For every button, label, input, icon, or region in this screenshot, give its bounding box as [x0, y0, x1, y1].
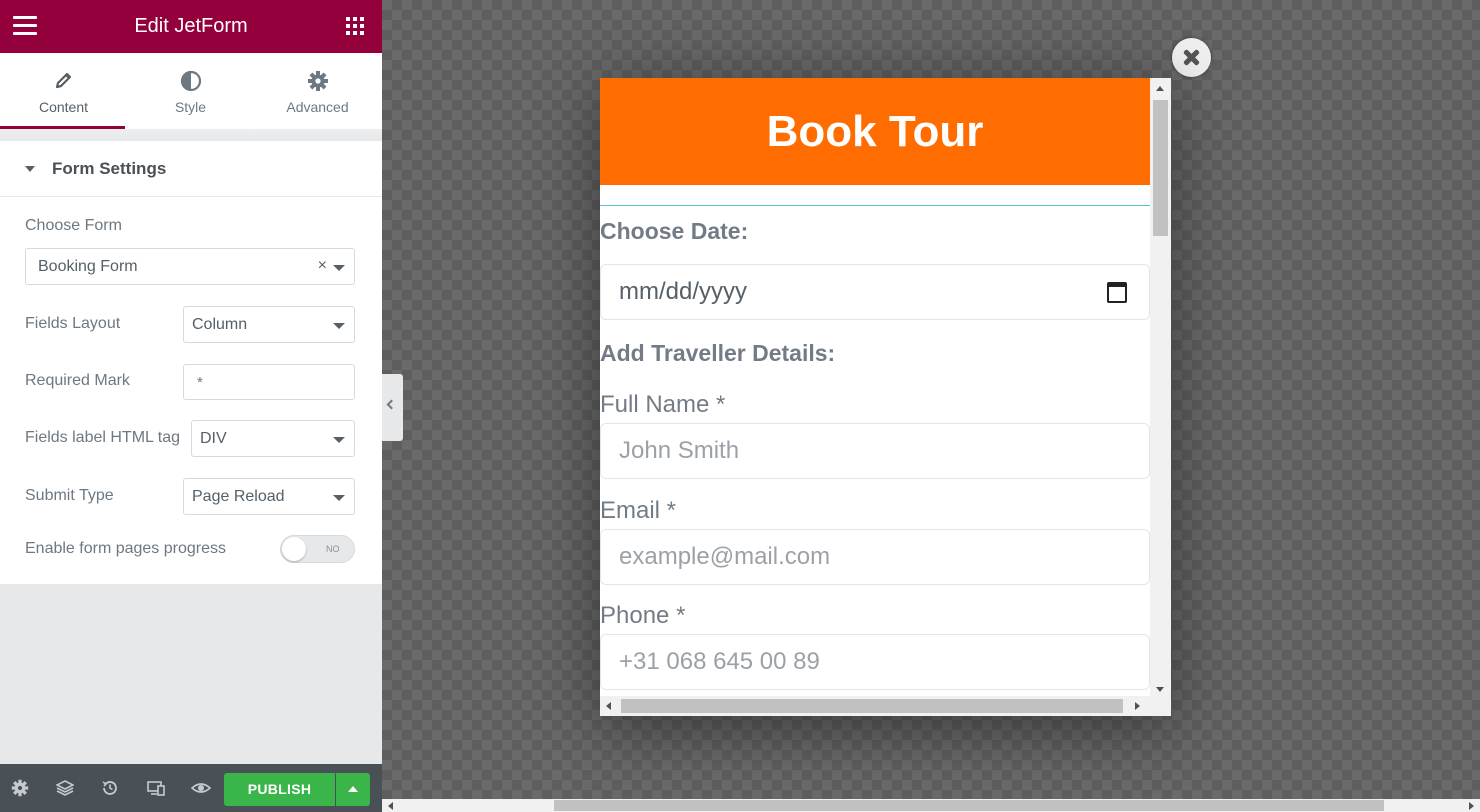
- editor-panel: Edit JetForm Content Style Advanced Form…: [0, 0, 382, 812]
- fields-label-tag-label: Fields label HTML tag: [25, 429, 181, 446]
- required-mark-label: Required Mark: [25, 372, 130, 389]
- email-label: Email *: [600, 497, 677, 524]
- tab-content-label: Content: [38, 99, 89, 115]
- pages-progress-label: Enable form pages progress: [25, 540, 226, 557]
- tab-advanced[interactable]: Advanced: [254, 53, 381, 129]
- chevron-down-icon: [333, 437, 345, 443]
- caret-down-icon: [25, 166, 35, 172]
- full-name-label: Full Name *: [600, 391, 726, 418]
- choose-form-value: Booking Form: [38, 258, 138, 275]
- choose-form-select[interactable]: Booking Form ×: [25, 248, 355, 285]
- date-placeholder: mm/dd/yyyy: [619, 278, 748, 305]
- booking-popup: Book Tour Choose Date: mm/dd/yyyy Add Tr…: [600, 78, 1171, 716]
- section-title: Form Settings: [52, 159, 167, 178]
- fields-layout-label: Fields Layout: [25, 315, 121, 332]
- scroll-right-icon[interactable]: [1469, 802, 1474, 810]
- scroll-left-icon[interactable]: [606, 702, 611, 710]
- full-name-field[interactable]: John Smith: [600, 423, 1150, 479]
- submit-type-label: Submit Type: [25, 487, 114, 504]
- calendar-icon[interactable]: [1107, 282, 1127, 303]
- fields-label-tag-select[interactable]: DIV: [191, 420, 355, 457]
- layers-icon[interactable]: [55, 778, 75, 798]
- history-icon[interactable]: [100, 778, 120, 798]
- tab-divider: [0, 129, 382, 141]
- traveller-heading: Add Traveller Details:: [600, 340, 836, 366]
- panel-tabs: Content Style Advanced: [0, 53, 382, 129]
- pencil-icon: [0, 70, 127, 92]
- widgets-grid-icon[interactable]: [346, 17, 364, 35]
- choose-form-label: Choose Form: [25, 217, 122, 234]
- scroll-up-icon[interactable]: [1156, 86, 1164, 91]
- chevron-down-icon: [333, 265, 345, 271]
- popup-banner-title: Book Tour: [600, 78, 1150, 185]
- form-settings-section: Form Settings: [0, 141, 382, 584]
- tab-style-label: Style: [174, 99, 207, 115]
- chevron-down-icon: [333, 323, 345, 329]
- settings-icon[interactable]: [10, 778, 30, 798]
- publish-options-button[interactable]: [336, 773, 370, 806]
- toggle-state-text: NO: [326, 544, 340, 554]
- panel-title: Edit JetForm: [134, 15, 248, 37]
- date-input[interactable]: mm/dd/yyyy: [600, 264, 1150, 320]
- scroll-right-icon[interactable]: [1135, 702, 1140, 710]
- chevron-left-icon: [386, 399, 397, 410]
- collapse-panel-button[interactable]: [382, 374, 403, 441]
- pages-progress-toggle[interactable]: NO: [280, 535, 355, 563]
- publish-button[interactable]: PUBLISH: [224, 773, 335, 806]
- scroll-left-icon[interactable]: [388, 802, 393, 810]
- scroll-down-icon[interactable]: [1156, 687, 1164, 692]
- popup-vertical-scrollbar[interactable]: [1150, 78, 1171, 696]
- fields-layout-select[interactable]: Column: [183, 306, 355, 343]
- preview-eye-icon[interactable]: [191, 778, 211, 798]
- submit-type-value: Page Reload: [192, 488, 285, 505]
- clear-icon[interactable]: ×: [318, 257, 327, 275]
- responsive-icon[interactable]: [146, 778, 166, 798]
- scroll-thumb[interactable]: [621, 699, 1123, 713]
- scroll-thumb[interactable]: [1153, 100, 1168, 236]
- tab-content[interactable]: Content: [0, 53, 127, 129]
- email-field[interactable]: example@mail.com: [600, 529, 1150, 585]
- half-circle-icon: [127, 70, 254, 92]
- choose-date-heading: Choose Date:: [600, 218, 749, 244]
- close-icon[interactable]: [1172, 38, 1211, 77]
- full-name-placeholder: John Smith: [619, 437, 740, 464]
- email-placeholder: example@mail.com: [619, 543, 831, 570]
- tab-style[interactable]: Style: [127, 53, 254, 129]
- required-mark-input[interactable]: *: [183, 364, 355, 400]
- section-toggle-form-settings[interactable]: Form Settings: [0, 141, 382, 197]
- popup-horizontal-scrollbar[interactable]: [600, 696, 1171, 716]
- canvas-horizontal-scrollbar[interactable]: [382, 799, 1480, 812]
- fields-label-tag-value: DIV: [200, 430, 227, 447]
- tab-advanced-label: Advanced: [286, 99, 349, 115]
- phone-placeholder: +31 068 645 00 89: [619, 648, 820, 675]
- phone-field[interactable]: +31 068 645 00 89: [600, 634, 1150, 690]
- toggle-knob: [282, 537, 306, 561]
- gear-icon: [254, 70, 381, 92]
- scroll-thumb[interactable]: [554, 800, 1384, 811]
- divider: [600, 205, 1150, 206]
- phone-label: Phone *: [600, 602, 686, 629]
- required-mark-value: *: [197, 374, 203, 391]
- submit-type-select[interactable]: Page Reload: [183, 478, 355, 515]
- panel-header: Edit JetForm: [0, 0, 382, 53]
- chevron-down-icon: [333, 495, 345, 501]
- fields-layout-value: Column: [192, 316, 248, 333]
